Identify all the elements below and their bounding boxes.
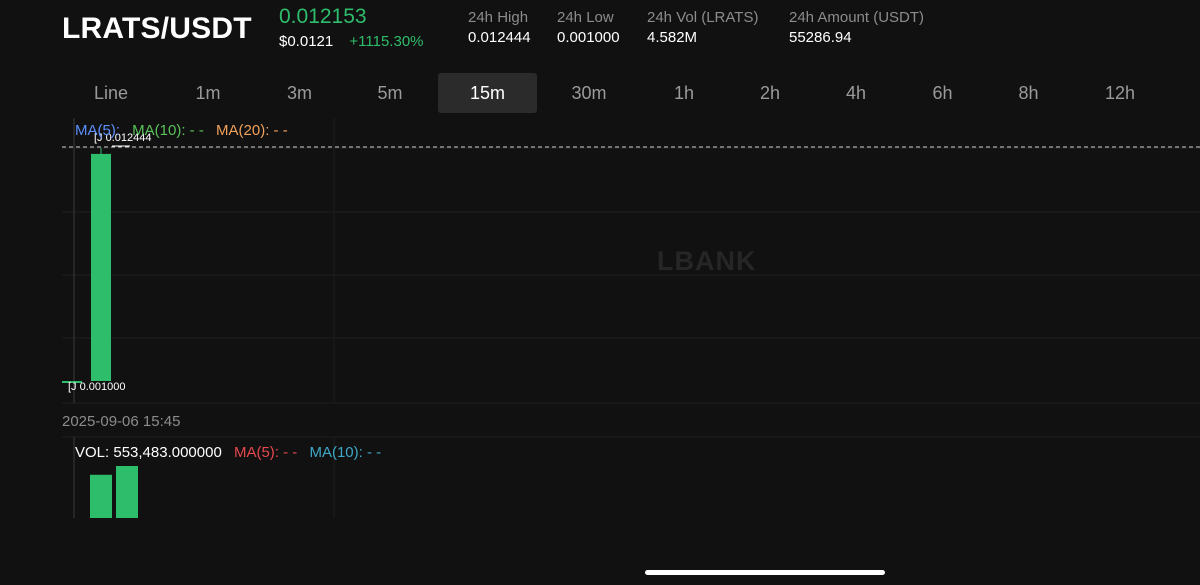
home-indicator[interactable] — [645, 570, 885, 575]
volume-bar — [90, 474, 112, 518]
tab-1h[interactable]: 1h — [639, 73, 729, 113]
volume-label: VOL: 553,483.000000 — [75, 444, 222, 461]
volume-ma10-label: MA(10): - - — [309, 444, 382, 461]
price-sub-line: $0.0121 +1115.30% — [279, 33, 424, 50]
volume-layer — [90, 466, 138, 518]
ma5-label: MA(5): — [75, 122, 120, 139]
tab-4h[interactable]: 4h — [812, 73, 900, 113]
price-block: 0.012153 $0.0121 +1115.30% — [279, 5, 424, 50]
kline-chart[interactable]: [J 0.012444 [J 0.001000 — [0, 118, 1200, 585]
tab-2h[interactable]: 2h — [728, 73, 812, 113]
tab-6h[interactable]: 6h — [900, 73, 985, 113]
tab-5m[interactable]: 5m — [343, 73, 437, 113]
volume-legend: VOL: 553,483.000000 MA(5): - - MA(10): -… — [75, 444, 389, 461]
ma10-label: MA(10): - - — [132, 122, 204, 139]
tab-line[interactable]: Line — [62, 73, 160, 113]
stat-24h-low: 24h Low 0.001000 — [557, 9, 620, 46]
stat-value: 4.582M — [647, 29, 698, 46]
stat-label: 24h Amount (USDT) — [789, 9, 925, 26]
stat-24h-amount: 24h Amount (USDT) 55286.94 — [789, 9, 924, 46]
interval-tabs: Line 1m 3m 5m 15m 30m 1h 2h 4h 6h 8h 12h — [62, 73, 1200, 113]
candles-layer — [62, 148, 111, 383]
tab-30m[interactable]: 30m — [539, 73, 639, 113]
stat-value: 55286.94 — [789, 29, 852, 46]
crosshair-timestamp: 2025-09-06 15:45 — [62, 413, 181, 430]
market-header: LRATS/USDT 0.012153 $0.0121 +1115.30% 24… — [0, 0, 1200, 70]
volume-ma5-label: MA(5): - - — [233, 444, 298, 461]
ma20-label: MA(20): - - — [216, 122, 288, 139]
change-percent: +1115.30% — [349, 33, 424, 50]
tab-3m[interactable]: 3m — [256, 73, 343, 113]
stat-24h-high: 24h High 0.012444 — [468, 9, 531, 46]
tab-1m[interactable]: 1m — [160, 73, 256, 113]
tab-15m[interactable]: 15m — [438, 73, 537, 113]
stat-label: 24h Vol (LRATS) — [647, 9, 759, 26]
stat-24h-vol: 24h Vol (LRATS) 4.582M — [647, 9, 758, 46]
tab-12h[interactable]: 12h — [1072, 73, 1168, 113]
stat-label: 24h High — [468, 9, 529, 26]
tab-8h[interactable]: 8h — [986, 73, 1071, 113]
last-price: 0.012153 — [279, 5, 367, 28]
usd-price: $0.0121 — [279, 33, 334, 50]
stat-value: 0.001000 — [557, 29, 620, 46]
candle-body — [91, 153, 111, 381]
volume-bar — [116, 466, 138, 518]
low-price-marker: [J 0.001000 — [68, 381, 126, 393]
stat-value: 0.012444 — [468, 29, 531, 46]
pair-title[interactable]: LRATS/USDT — [62, 12, 252, 46]
lbank-watermark: LBANK — [657, 246, 757, 276]
stat-label: 24h Low — [557, 9, 614, 26]
price-ma-legend: MA(5): MA(10): - - MA(20): - - — [75, 122, 296, 139]
